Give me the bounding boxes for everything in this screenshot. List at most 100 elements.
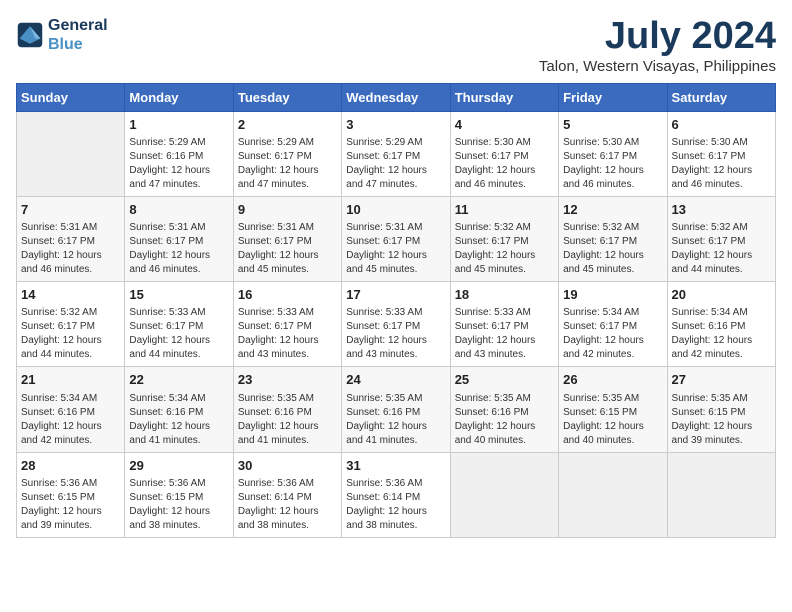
day-number: 15 [129,286,228,304]
location-subtitle: Talon, Western Visayas, Philippines [539,58,776,75]
cell-content: Sunrise: 5:36 AM Sunset: 6:14 PM Dayligh… [346,477,445,533]
week-row-4: 28Sunrise: 5:36 AM Sunset: 6:15 PM Dayli… [17,452,776,537]
day-number: 11 [455,201,554,219]
day-number: 6 [672,116,771,134]
day-number: 25 [455,371,554,389]
cell-content: Sunrise: 5:29 AM Sunset: 6:17 PM Dayligh… [346,136,445,192]
calendar-cell: 16 Sunrise: 5:33 AM Sunset: 6:17 PM Dayli… [233,282,341,367]
week-row-2: 14 Sunrise: 5:32 AM Sunset: 6:17 PM Dayli… [17,282,776,367]
week-row-1: 7 Sunrise: 5:31 AM Sunset: 6:17 PM Daylig… [17,196,776,281]
day-number: 12 [563,201,662,219]
day-number: 22 [129,371,228,389]
cell-content: Sunrise: 5:31 AM Sunset: 6:17 PM Dayligh… [21,221,120,277]
calendar-cell [450,452,558,537]
cell-content: Sunrise: 5:32 AM Sunset: 6:17 PM Dayligh… [563,221,662,277]
calendar-cell: 17 Sunrise: 5:33 AM Sunset: 6:17 PM Dayli… [342,282,450,367]
cell-content: Sunrise: 5:35 AM Sunset: 6:16 PM Dayligh… [238,392,337,448]
week-row-3: 21 Sunrise: 5:34 AM Sunset: 6:16 PM Dayli… [17,367,776,452]
day-number: 2 [238,116,337,134]
day-number: 20 [672,286,771,304]
day-number: 17 [346,286,445,304]
day-number: 7 [21,201,120,219]
cell-content: Sunrise: 5:31 AM Sunset: 6:17 PM Dayligh… [129,221,228,277]
day-number: 31 [346,457,445,475]
cell-content: Sunrise: 5:34 AM Sunset: 6:16 PM Dayligh… [21,392,120,448]
calendar-cell: 7 Sunrise: 5:31 AM Sunset: 6:17 PM Daylig… [17,196,125,281]
day-number: 5 [563,116,662,134]
day-number: 19 [563,286,662,304]
logo-text: General Blue [48,16,108,54]
calendar-cell: 21 Sunrise: 5:34 AM Sunset: 6:16 PM Dayli… [17,367,125,452]
cell-content: Sunrise: 5:32 AM Sunset: 6:17 PM Dayligh… [455,221,554,277]
title-block: July 2024 Talon, Western Visayas, Philip… [539,16,776,75]
cell-content: Sunrise: 5:33 AM Sunset: 6:17 PM Dayligh… [129,306,228,362]
day-number: 23 [238,371,337,389]
calendar-cell [667,452,775,537]
day-number: 9 [238,201,337,219]
day-number: 18 [455,286,554,304]
calendar-table: Sunday Monday Tuesday Wednesday Thursday… [16,83,776,538]
calendar-body: 1 Sunrise: 5:29 AM Sunset: 6:16 PM Daylig… [17,111,776,537]
day-number: 30 [238,457,337,475]
calendar-cell: 20Sunrise: 5:34 AM Sunset: 6:16 PM Dayli… [667,282,775,367]
calendar-cell: 29Sunrise: 5:36 AM Sunset: 6:15 PM Dayli… [125,452,233,537]
month-year-title: July 2024 [539,16,776,58]
day-number: 14 [21,286,120,304]
day-number: 16 [238,286,337,304]
calendar-cell: 9 Sunrise: 5:31 AM Sunset: 6:17 PM Daylig… [233,196,341,281]
day-number: 3 [346,116,445,134]
header-row: Sunday Monday Tuesday Wednesday Thursday… [17,83,776,111]
cell-content: Sunrise: 5:33 AM Sunset: 6:17 PM Dayligh… [346,306,445,362]
day-number: 10 [346,201,445,219]
calendar-cell: 31 Sunrise: 5:36 AM Sunset: 6:14 PM Dayli… [342,452,450,537]
calendar-cell: 28Sunrise: 5:36 AM Sunset: 6:15 PM Dayli… [17,452,125,537]
cell-content: Sunrise: 5:35 AM Sunset: 6:16 PM Dayligh… [346,392,445,448]
page-header: General Blue July 2024 Talon, Western Vi… [16,16,776,75]
calendar-cell: 30 Sunrise: 5:36 AM Sunset: 6:14 PM Dayli… [233,452,341,537]
calendar-cell: 12 Sunrise: 5:32 AM Sunset: 6:17 PM Dayli… [559,196,667,281]
calendar-cell: 14 Sunrise: 5:32 AM Sunset: 6:17 PM Dayli… [17,282,125,367]
calendar-cell: 19 Sunrise: 5:34 AM Sunset: 6:17 PM Dayli… [559,282,667,367]
week-row-0: 1 Sunrise: 5:29 AM Sunset: 6:16 PM Daylig… [17,111,776,196]
cell-content: Sunrise: 5:32 AM Sunset: 6:17 PM Dayligh… [21,306,120,362]
cell-content: Sunrise: 5:29 AM Sunset: 6:16 PM Dayligh… [129,136,228,192]
cell-content: Sunrise: 5:34 AM Sunset: 6:16 PM Dayligh… [129,392,228,448]
col-sunday: Sunday [17,83,125,111]
cell-content: Sunrise: 5:35 AM Sunset: 6:15 PM Dayligh… [563,392,662,448]
day-number: 26 [563,371,662,389]
cell-content: Sunrise: 5:36 AM Sunset: 6:15 PM Dayligh… [21,477,120,533]
col-saturday: Saturday [667,83,775,111]
calendar-cell: 24 Sunrise: 5:35 AM Sunset: 6:16 PM Dayli… [342,367,450,452]
cell-content: Sunrise: 5:30 AM Sunset: 6:17 PM Dayligh… [563,136,662,192]
calendar-cell: 5 Sunrise: 5:30 AM Sunset: 6:17 PM Daylig… [559,111,667,196]
calendar-cell: 8 Sunrise: 5:31 AM Sunset: 6:17 PM Daylig… [125,196,233,281]
day-number: 8 [129,201,228,219]
day-number: 13 [672,201,771,219]
cell-content: Sunrise: 5:31 AM Sunset: 6:17 PM Dayligh… [238,221,337,277]
calendar-cell: 15 Sunrise: 5:33 AM Sunset: 6:17 PM Dayli… [125,282,233,367]
calendar-cell: 6 Sunrise: 5:30 AM Sunset: 6:17 PM Daylig… [667,111,775,196]
cell-content: Sunrise: 5:34 AM Sunset: 6:17 PM Dayligh… [563,306,662,362]
col-tuesday: Tuesday [233,83,341,111]
logo: General Blue [16,16,108,54]
col-friday: Friday [559,83,667,111]
cell-content: Sunrise: 5:36 AM Sunset: 6:15 PM Dayligh… [129,477,228,533]
calendar-cell: 27Sunrise: 5:35 AM Sunset: 6:15 PM Dayli… [667,367,775,452]
day-number: 1 [129,116,228,134]
calendar-cell: 11 Sunrise: 5:32 AM Sunset: 6:17 PM Dayli… [450,196,558,281]
day-number: 24 [346,371,445,389]
cell-content: Sunrise: 5:29 AM Sunset: 6:17 PM Dayligh… [238,136,337,192]
cell-content: Sunrise: 5:36 AM Sunset: 6:14 PM Dayligh… [238,477,337,533]
calendar-cell [17,111,125,196]
calendar-cell [559,452,667,537]
cell-content: Sunrise: 5:30 AM Sunset: 6:17 PM Dayligh… [672,136,771,192]
logo-icon [16,21,44,49]
calendar-cell: 2 Sunrise: 5:29 AM Sunset: 6:17 PM Daylig… [233,111,341,196]
col-monday: Monday [125,83,233,111]
calendar-cell: 23 Sunrise: 5:35 AM Sunset: 6:16 PM Dayli… [233,367,341,452]
calendar-cell: 4Sunrise: 5:30 AM Sunset: 6:17 PM Daylig… [450,111,558,196]
cell-content: Sunrise: 5:33 AM Sunset: 6:17 PM Dayligh… [238,306,337,362]
day-number: 21 [21,371,120,389]
day-number: 27 [672,371,771,389]
calendar-cell: 26 Sunrise: 5:35 AM Sunset: 6:15 PM Dayli… [559,367,667,452]
